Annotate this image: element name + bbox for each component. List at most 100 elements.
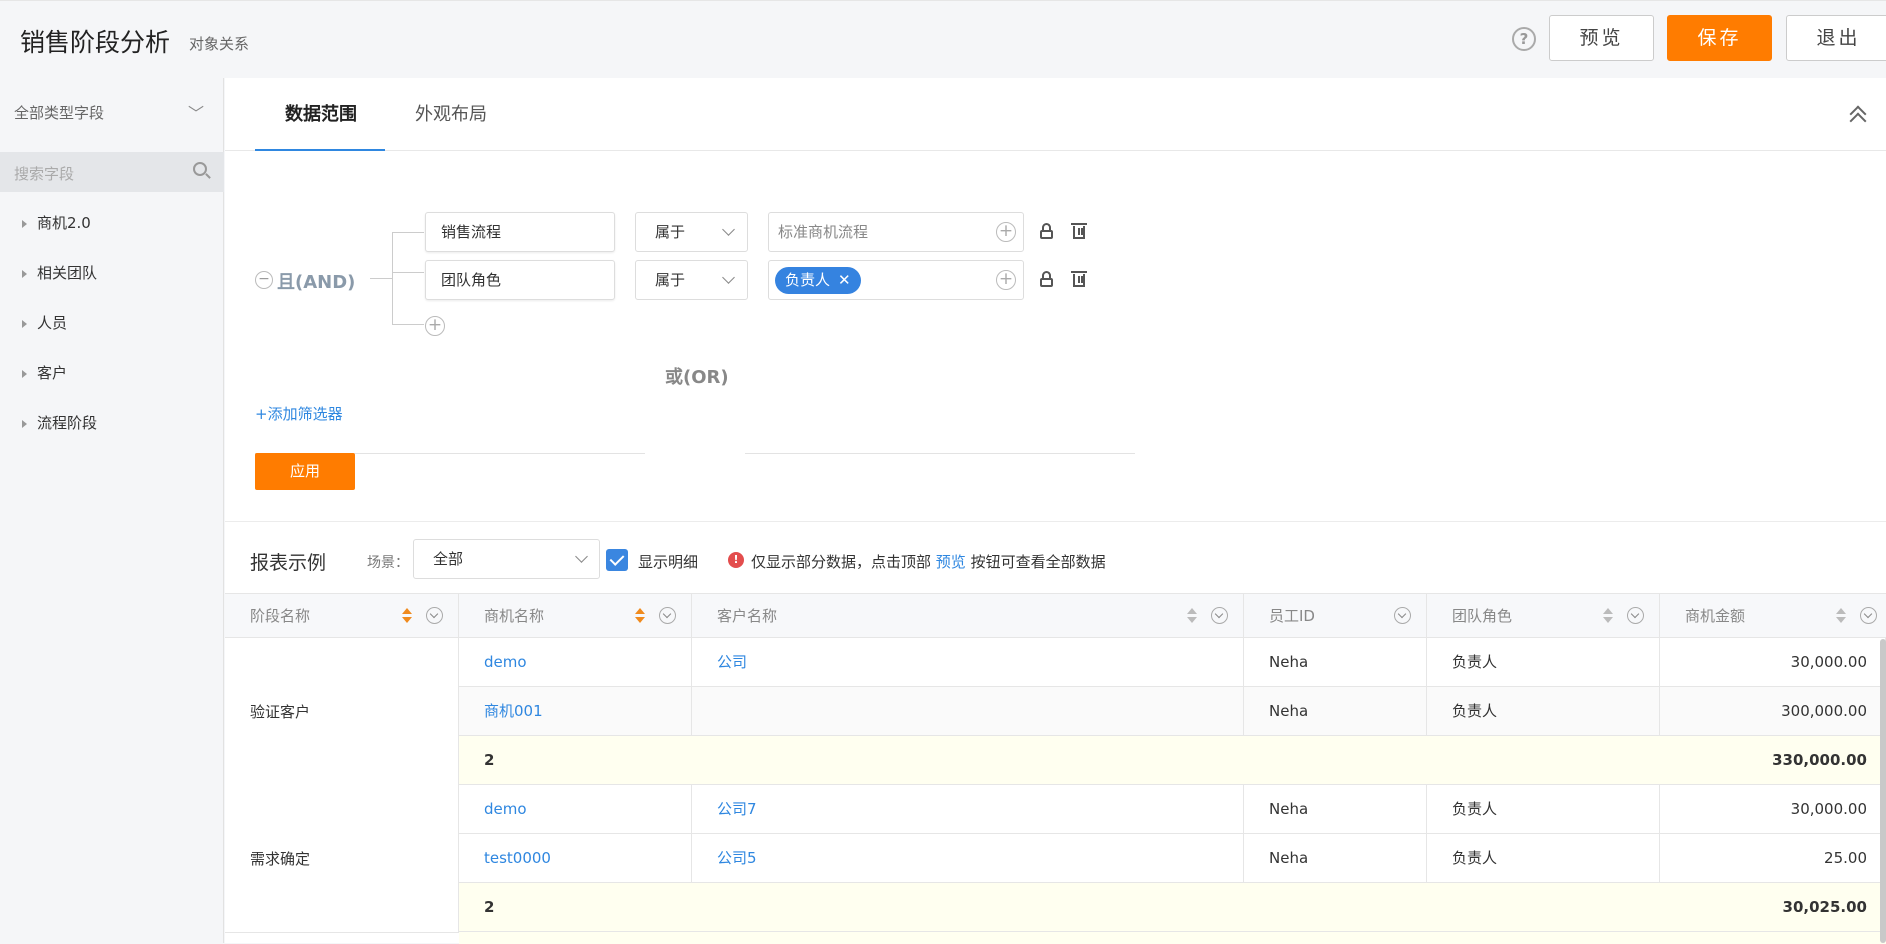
sidebar-item-person[interactable]: 人员 [22,312,67,333]
field-search-input[interactable]: 搜索字段 [0,152,224,192]
customer-link[interactable]: 公司5 [692,834,1244,883]
column-header-employee[interactable]: 员工ID [1244,594,1427,638]
add-condition-icon[interactable]: + [425,316,445,336]
help-icon[interactable]: ? [1512,27,1536,51]
value-tag: 负责人 ✕ [775,267,861,294]
sort-icon[interactable] [1603,608,1613,624]
sidebar-item-label: 商机2.0 [37,214,91,232]
sidebar-item-customer[interactable]: 客户 [22,362,67,383]
scene-value: 全部 [433,550,464,568]
trash-icon[interactable] [1071,222,1087,240]
column-header-opportunity[interactable]: 商机名称 [459,594,692,638]
stage-cell: 验证客户 [225,638,459,786]
sort-icon[interactable] [402,608,412,624]
column-menu-icon[interactable] [659,607,676,624]
tab-data-scope[interactable]: 数据范围 [285,100,357,126]
notice-preview-link[interactable]: 预览 [936,553,966,571]
add-filter-link[interactable]: +添加筛选器 [255,403,343,424]
table-scrollbar[interactable] [1880,639,1886,943]
search-icon[interactable] [193,162,207,176]
chevron-down-icon [575,550,588,563]
exit-button[interactable]: 退出 [1786,15,1886,61]
customer-link[interactable]: 公司7 [692,785,1244,834]
column-header-team-role[interactable]: 团队角色 [1427,594,1660,638]
role-cell: 负责人 [1427,638,1660,687]
subtotal-count: 2 [459,883,1660,932]
field-search-placeholder: 搜索字段 [14,165,75,183]
scene-select[interactable]: 全部 [413,539,600,579]
employee-cell: Neha [1244,638,1427,687]
page-subtitle: 对象关系 [189,35,250,53]
column-header-stage[interactable]: 阶段名称 [225,594,459,638]
sidebar-item-related-team[interactable]: 相关团队 [22,262,97,283]
field-type-select-label: 全部类型字段 [14,104,105,122]
opportunity-link[interactable]: test0000 [459,834,692,883]
show-detail-checkbox[interactable] [606,549,628,571]
expand-triangle-icon [22,219,27,228]
expand-triangle-icon [22,269,27,278]
sidebar-item-label: 人员 [37,314,68,332]
employee-cell: Neha [1244,834,1427,883]
page-title: 销售阶段分析 [20,28,171,57]
column-header-label: 阶段名称 [250,607,311,625]
tab-appearance-layout[interactable]: 外观布局 [415,100,487,126]
remove-group-icon[interactable]: − [255,271,273,289]
sidebar-item-opportunity[interactable]: 商机2.0 [22,212,91,233]
logic-or-label: 或(OR) [665,367,729,388]
scene-label: 场景： [367,555,409,571]
column-menu-icon[interactable] [1211,607,1228,624]
column-menu-icon[interactable] [426,607,443,624]
active-tab-indicator [255,149,385,151]
condition-field-1[interactable]: 销售流程 [425,212,615,252]
opportunity-link[interactable]: demo [459,638,692,687]
trash-icon[interactable] [1071,270,1087,288]
column-header-label: 商机名称 [484,607,545,625]
condition-field-2[interactable]: 团队角色 [425,260,615,300]
preview-button[interactable]: 预览 [1549,15,1654,61]
opportunity-link[interactable]: demo [459,785,692,834]
remove-tag-icon[interactable]: ✕ [838,271,851,289]
column-header-amount[interactable]: 商机金额 [1660,594,1886,638]
apply-button[interactable]: 应用 [255,453,355,490]
collapse-up-icon[interactable] [1850,106,1866,124]
add-value-icon[interactable]: + [996,270,1016,290]
amount-cell: 300,000.00 [1660,687,1886,736]
condition-operator-2[interactable]: 属于 [635,260,748,300]
amount-cell: 30,000.00 [1660,785,1886,834]
field-type-select[interactable]: 全部类型字段 ﹀ [14,102,204,123]
save-button[interactable]: 保存 [1667,15,1772,61]
bracket-tick [392,272,424,273]
column-menu-icon[interactable] [1394,607,1411,624]
tab-bar: 数据范围 外观布局 [225,78,1886,151]
next-row-peek [459,932,1886,944]
condition-value-2[interactable]: 负责人 ✕ + [768,260,1024,300]
subtotal-count: 2 [459,736,1660,785]
notice-prefix: 仅显示部分数据，点击顶部 [751,553,932,571]
sort-icon[interactable] [635,608,645,624]
column-header-customer[interactable]: 客户名称 [692,594,1244,638]
add-value-icon[interactable]: + [996,222,1016,242]
column-menu-icon[interactable] [1860,607,1877,624]
amount-cell: 25.00 [1660,834,1886,883]
expand-triangle-icon [22,419,27,428]
sidebar-item-process-stage[interactable]: 流程阶段 [22,412,97,433]
role-cell: 负责人 [1427,834,1660,883]
opportunity-link[interactable]: 商机001 [459,687,692,736]
table-header: 阶段名称 商机名称 客户名称 员工ID 团队角色 商机金额 [225,593,1886,638]
condition-operator-1[interactable]: 属于 [635,212,748,252]
column-menu-icon[interactable] [1627,607,1644,624]
amount-cell: 30,000.00 [1660,638,1886,687]
expand-triangle-icon [22,369,27,378]
unlock-icon[interactable] [1039,223,1055,239]
customer-link[interactable] [692,687,1244,736]
show-detail-label: 显示明细 [638,553,699,571]
sort-icon[interactable] [1836,608,1846,624]
bracket-connector [370,278,392,279]
customer-link[interactable]: 公司 [692,638,1244,687]
condition-value-1[interactable]: 标准商机流程 + [768,212,1024,252]
unlock-icon[interactable] [1039,271,1055,287]
column-header-label: 团队角色 [1452,607,1513,625]
employee-cell: Neha [1244,785,1427,834]
sidebar-item-label: 相关团队 [37,264,98,282]
sort-icon[interactable] [1187,608,1197,624]
